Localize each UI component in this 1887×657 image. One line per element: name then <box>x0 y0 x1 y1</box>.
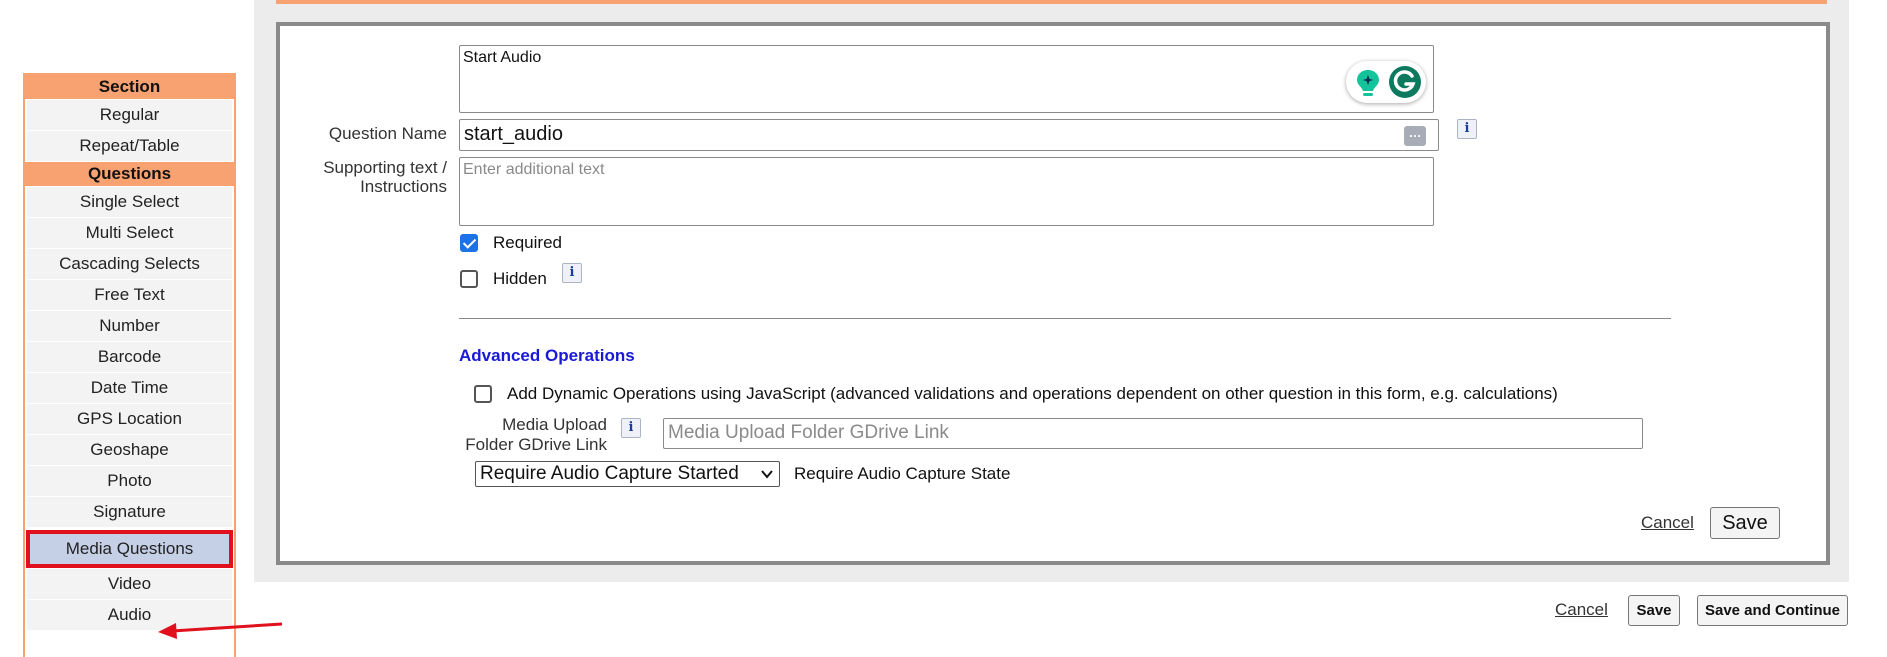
media-upload-label-2: Folder GDrive Link <box>465 435 607 454</box>
red-arrow-annotation <box>158 622 283 639</box>
sidebar-item-repeat-table[interactable]: Repeat/Table <box>27 131 232 161</box>
panel-save-button[interactable]: Save <box>1710 507 1780 539</box>
media-upload-input[interactable]: Media Upload Folder GDrive Link <box>663 418 1643 449</box>
audio-capture-state-label: Require Audio Capture State <box>794 464 1011 483</box>
footer-cancel-link[interactable]: Cancel <box>1555 600 1608 620</box>
sidebar-item-cascading-selects[interactable]: Cascading Selects <box>27 249 232 279</box>
sidebar-item-date-time[interactable]: Date Time <box>27 373 232 403</box>
hidden-info-icon[interactable]: i <box>562 263 582 283</box>
more-dots-icon[interactable]: … <box>1404 126 1426 146</box>
supporting-text-label-1: Supporting text / <box>323 158 447 177</box>
required-label: Required <box>493 233 562 252</box>
sidebar-item-multi-select[interactable]: Multi Select <box>27 218 232 248</box>
question-name-label: Question Name <box>328 124 447 143</box>
supporting-text-placeholder: Enter additional text <box>463 161 605 178</box>
sidebar-item-regular[interactable]: Regular <box>27 100 232 130</box>
caption-field[interactable]: Start Audio <box>459 45 1434 113</box>
sidebar-item-geoshape[interactable]: Geoshape <box>27 435 232 465</box>
media-upload-label-1: Media Upload <box>502 415 607 434</box>
audio-capture-select[interactable]: Require Audio Capture Started <box>475 461 780 487</box>
media-upload-info-icon[interactable]: i <box>621 418 641 438</box>
grammarly-logo-icon[interactable] <box>1388 65 1422 99</box>
question-name-value: start_audio <box>464 123 563 145</box>
section-header: Section <box>25 75 234 99</box>
footer-save-continue-button[interactable]: Save and Continue <box>1697 595 1848 626</box>
toolbox-sidebar: Section Regular Repeat/Table Questions S… <box>23 73 236 657</box>
sidebar-item-barcode[interactable]: Barcode <box>27 342 232 372</box>
advanced-operations-heading: Advanced Operations <box>459 346 635 365</box>
hidden-checkbox[interactable] <box>460 270 478 288</box>
grammarly-suggestion-icon[interactable] <box>1354 68 1382 98</box>
dynamic-operations-checkbox[interactable] <box>474 385 492 403</box>
question-name-info-icon[interactable]: i <box>1457 119 1477 139</box>
media-questions-header: Media Questions <box>26 530 233 568</box>
hidden-label: Hidden <box>493 269 547 288</box>
audio-capture-select-value: Require Audio Capture Started <box>480 463 739 484</box>
chevron-down-icon <box>761 470 773 479</box>
grammarly-widget[interactable] <box>1346 61 1426 103</box>
caption-value: Start Audio <box>463 49 542 66</box>
footer-save-button[interactable]: Save <box>1628 595 1680 626</box>
sidebar-item-free-text[interactable]: Free Text <box>27 280 232 310</box>
panel-cancel-link[interactable]: Cancel <box>1641 513 1694 533</box>
sidebar-item-signature[interactable]: Signature <box>27 497 232 527</box>
required-checkbox[interactable] <box>460 234 478 252</box>
questions-header: Questions <box>25 162 234 186</box>
sidebar-item-number[interactable]: Number <box>27 311 232 341</box>
sidebar-item-single-select[interactable]: Single Select <box>27 187 232 217</box>
section-divider <box>459 318 1671 319</box>
sidebar-item-video[interactable]: Video <box>27 569 232 599</box>
sidebar-item-photo[interactable]: Photo <box>27 466 232 496</box>
media-upload-placeholder: Media Upload Folder GDrive Link <box>668 422 949 443</box>
orange-top-bar <box>276 0 1827 4</box>
question-name-input[interactable]: start_audio … <box>459 119 1439 151</box>
question-editor-panel: Caption Start Audio Question Name start_… <box>276 22 1830 565</box>
supporting-text-area[interactable]: Enter additional text <box>459 157 1434 226</box>
dynamic-operations-label: Add Dynamic Operations using JavaScript … <box>507 384 1558 403</box>
supporting-text-label-2: Instructions <box>360 177 447 196</box>
sidebar-item-gps-location[interactable]: GPS Location <box>27 404 232 434</box>
